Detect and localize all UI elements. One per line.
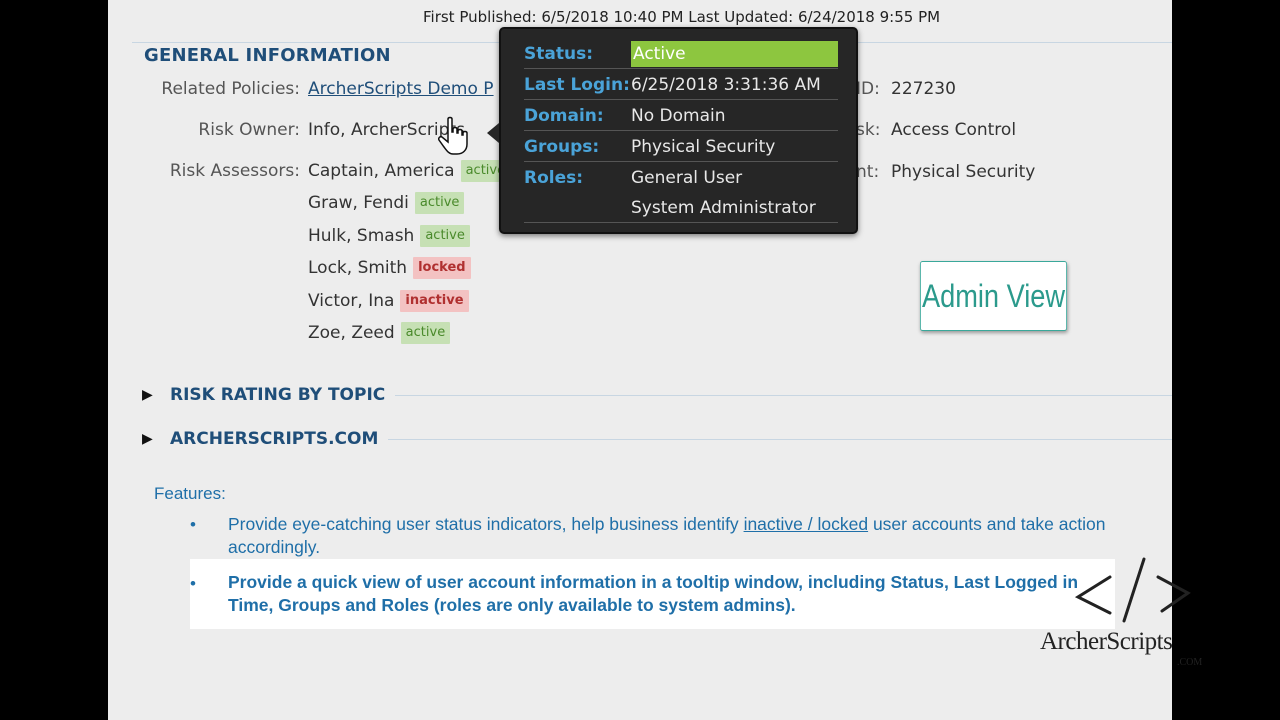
feature-item-1: Provide eye-catching user status indicat… (228, 514, 1106, 557)
tooltip-roles-label: Roles: (524, 168, 584, 188)
status-badge: active (420, 225, 470, 247)
tooltip-last-login-value: 6/25/2018 3:31:36 AM (631, 74, 821, 95)
id-label: ID: (856, 79, 880, 99)
tooltip-groups-value: Physical Security (631, 136, 776, 157)
id-value: 227230 (891, 79, 956, 99)
tooltip-domain-row: Domain: No Domain (524, 101, 838, 131)
tooltip-status-label: Status: (524, 43, 593, 64)
assessor-row[interactable]: Victor, Ina inactive (308, 290, 469, 312)
inactive-locked-link: inactive / locked (743, 514, 869, 534)
risk-assessors-label: Risk Assessors: (169, 161, 300, 181)
logo-text: ArcherScripts (1040, 628, 1173, 655)
assessor-row[interactable]: Graw, Fendi active (308, 192, 465, 214)
department-value[interactable]: Physical Security (891, 162, 1035, 182)
screen-frame: First Published: 6/5/2018 10:40 PM Last … (108, 0, 1172, 720)
section-title[interactable]: ARCHERSCRIPTS.COM (170, 429, 378, 449)
section-archerscripts-com[interactable]: ▶ ARCHERSCRIPTS.COM (132, 427, 1172, 451)
tooltip-roles-row: Roles: General User (524, 163, 838, 193)
tooltip-last-login-row: Last Login: 6/25/2018 3:31:36 AM (524, 70, 838, 100)
general-information-title: GENERAL INFORMATION (144, 45, 391, 66)
assessor-row[interactable]: Hulk, Smash active (308, 225, 470, 247)
related-policies-link[interactable]: ArcherScripts Demo P (308, 79, 494, 99)
assessor-name[interactable]: Graw, Fendi (308, 193, 409, 213)
user-info-tooltip: Status: Active Last Login: 6/25/2018 3:3… (487, 27, 858, 234)
status-badge: locked (413, 257, 471, 279)
hand-cursor-icon (438, 116, 468, 155)
tooltip-roles-row-2: System Administrator (524, 193, 838, 223)
risk-value[interactable]: Access Control (891, 120, 1016, 140)
section-divider (395, 394, 1172, 396)
assessor-name[interactable]: Hulk, Smash (308, 226, 414, 246)
expand-arrow-icon[interactable]: ▶ (142, 387, 160, 403)
tooltip-role-item: General User (631, 168, 743, 188)
tooltip-role-item: System Administrator (631, 197, 816, 218)
tooltip-last-login-label: Last Login: (524, 74, 630, 95)
related-policies-label: Related Policies: (161, 79, 300, 99)
published-line: First Published: 6/5/2018 10:40 PM Last … (423, 8, 941, 26)
status-badge: active (400, 322, 451, 344)
archerscripts-logo: ArcherScripts .COM (1040, 555, 1220, 675)
features-label: Features: (154, 484, 226, 503)
bullet-icon: • (190, 515, 196, 534)
code-brackets-icon (1074, 557, 1191, 623)
section-divider (388, 438, 1172, 440)
assessor-row[interactable]: Zoe, Zeed active (308, 322, 451, 344)
assessor-name[interactable]: Zoe, Zeed (308, 323, 395, 343)
tooltip-groups-row: Groups: Physical Security (524, 132, 838, 162)
status-badge: inactive (400, 290, 469, 312)
tooltip-groups-label: Groups: (524, 136, 600, 157)
assessor-row[interactable]: Captain, America active (308, 160, 511, 182)
department-label: nt: (856, 162, 880, 182)
assessor-name[interactable]: Victor, Ina (308, 291, 394, 311)
feature-item-2: Provide a quick view of user account inf… (228, 572, 1079, 615)
tooltip-domain-label: Domain: (524, 105, 604, 126)
assessor-name[interactable]: Captain, America (308, 161, 455, 181)
risk-owner-label: Risk Owner: (198, 120, 300, 140)
tooltip-domain-value: No Domain (631, 105, 726, 126)
risk-label: sk: (856, 120, 881, 140)
status-badge: active (414, 192, 465, 214)
assessor-name[interactable]: Lock, Smith (308, 258, 407, 278)
expand-arrow-icon[interactable]: ▶ (142, 431, 160, 447)
logo-com: .COM (1177, 657, 1203, 668)
tooltip-status-value: Active (631, 40, 838, 67)
admin-view-label: Admin View (919, 261, 1068, 331)
section-title[interactable]: RISK RATING BY TOPIC (170, 385, 385, 405)
tooltip-status-row: Status: Active (524, 39, 838, 69)
assessor-row[interactable]: Lock, Smith locked (308, 257, 471, 279)
section-risk-rating-by-topic[interactable]: ▶ RISK RATING BY TOPIC (132, 383, 1172, 407)
bullet-icon: • (190, 574, 196, 593)
